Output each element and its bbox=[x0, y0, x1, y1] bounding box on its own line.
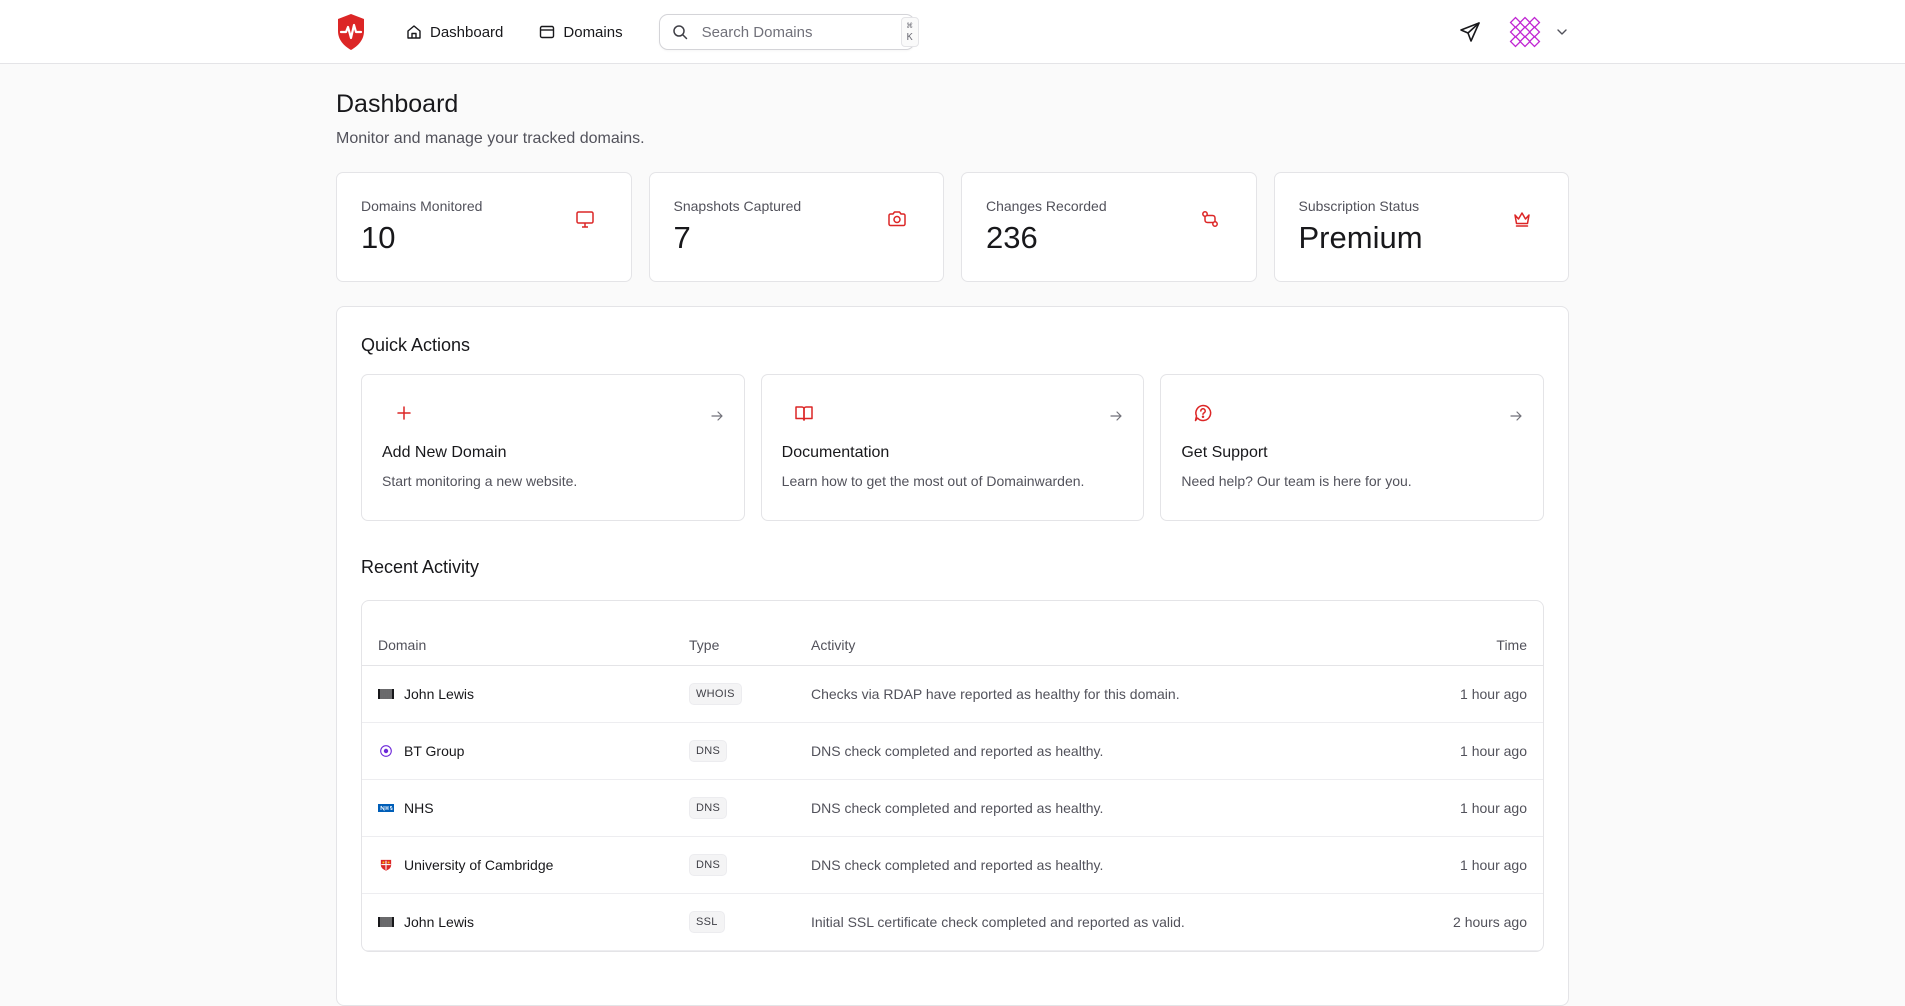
domain-name: John Lewis bbox=[404, 913, 475, 930]
monitor-icon bbox=[575, 211, 594, 228]
help-bubble-icon bbox=[1195, 404, 1212, 422]
column-header-domain: Domain bbox=[362, 601, 673, 666]
activity-time: 1 hour ago bbox=[1393, 722, 1543, 780]
domain-name: John Lewis bbox=[404, 685, 475, 702]
action-title: Add New Domain bbox=[382, 444, 507, 461]
john-lewis-favicon-icon bbox=[378, 688, 394, 699]
stat-card-snapshots-captured: Snapshots Captured 7 bbox=[648, 172, 944, 282]
activity-text: DNS check completed and reported as heal… bbox=[795, 722, 1393, 780]
stat-label: Domains Monitored bbox=[361, 198, 483, 214]
nav-dashboard[interactable]: Dashboard bbox=[406, 24, 503, 41]
send-icon[interactable] bbox=[1459, 21, 1481, 43]
table-row[interactable]: University of Cambridge DNS DNS check co… bbox=[362, 836, 1543, 894]
browser-window-icon bbox=[540, 25, 555, 39]
table-header-row: Domain Type Activity Time bbox=[362, 601, 1543, 666]
dashboard-panel: Quick Actions Add New Domain Start monit… bbox=[336, 306, 1569, 1006]
stat-value: Premium bbox=[1298, 220, 1423, 255]
stat-label: Changes Recorded bbox=[986, 198, 1107, 214]
stat-label: Subscription Status bbox=[1298, 198, 1420, 214]
quick-actions-list: Add New Domain Start monitoring a new we… bbox=[361, 374, 1545, 521]
activity-text: Checks via RDAP have reported as healthy… bbox=[795, 665, 1393, 723]
stat-card-subscription-status: Subscription Status Premium bbox=[1273, 172, 1569, 282]
nav-domains-label: Domains bbox=[563, 23, 623, 41]
page-title: Dashboard bbox=[336, 90, 459, 118]
type-badge: DNS bbox=[689, 796, 728, 819]
table-row[interactable]: John Lewis SSL Initial SSL certificate c… bbox=[362, 893, 1543, 951]
bt-group-favicon-icon bbox=[380, 744, 392, 757]
book-open-icon bbox=[794, 406, 813, 421]
stats-row: Domains Monitored 10 Snapshots Captured … bbox=[336, 172, 1569, 282]
chevron-down-icon[interactable] bbox=[1555, 25, 1569, 39]
git-compare-icon bbox=[1201, 211, 1218, 227]
action-title: Documentation bbox=[781, 444, 890, 461]
main-content: Dashboard Monitor and manage your tracke… bbox=[336, 64, 1569, 1006]
activity-text: Initial SSL certificate check completed … bbox=[795, 893, 1393, 951]
camera-icon bbox=[888, 211, 906, 227]
nhs-favicon-icon bbox=[378, 803, 394, 812]
crown-icon bbox=[1514, 212, 1530, 227]
recent-activity-title: Recent Activity bbox=[361, 557, 480, 577]
stat-value: 10 bbox=[361, 220, 396, 255]
type-badge: DNS bbox=[689, 739, 728, 762]
search-shortcut-badge: ⌘ K bbox=[900, 17, 919, 47]
avatar[interactable] bbox=[1509, 16, 1541, 48]
home-icon bbox=[407, 25, 421, 39]
column-header-activity: Activity bbox=[795, 601, 1393, 666]
table-row[interactable]: John Lewis WHOIS Checks via RDAP have re… bbox=[362, 665, 1543, 723]
stat-card-changes-recorded: Changes Recorded 236 bbox=[961, 172, 1257, 282]
column-header-time: Time bbox=[1393, 601, 1543, 666]
top-right-controls bbox=[1459, 16, 1569, 48]
get-support-card[interactable]: Get Support Need help? Our team is here … bbox=[1160, 374, 1545, 521]
stat-value: 7 bbox=[673, 220, 691, 255]
action-description: Need help? Our team is here for you. bbox=[1181, 473, 1412, 489]
quick-actions-title: Quick Actions bbox=[361, 335, 471, 355]
add-new-domain-card[interactable]: Add New Domain Start monitoring a new we… bbox=[361, 374, 745, 521]
action-title: Get Support bbox=[1181, 444, 1268, 461]
documentation-card[interactable]: Documentation Learn how to get the most … bbox=[760, 374, 1145, 521]
stat-card-domains-monitored: Domains Monitored 10 bbox=[336, 172, 632, 282]
activity-time: 1 hour ago bbox=[1393, 665, 1543, 723]
nav-domains[interactable]: Domains bbox=[539, 23, 623, 41]
activity-time: 2 hours ago bbox=[1393, 893, 1543, 951]
arrow-right-icon bbox=[1510, 411, 1522, 421]
domain-name: University of Cambridge bbox=[404, 856, 554, 873]
domainwarden-logo-icon[interactable] bbox=[336, 13, 366, 51]
stat-value: 236 bbox=[986, 220, 1038, 255]
type-badge: WHOIS bbox=[689, 682, 742, 705]
plus-icon bbox=[397, 406, 411, 420]
arrow-right-icon bbox=[711, 411, 723, 421]
table-row[interactable]: BT Group DNS DNS check completed and rep… bbox=[362, 722, 1543, 780]
action-description: Start monitoring a new website. bbox=[382, 473, 578, 489]
arrow-right-icon bbox=[1110, 411, 1122, 421]
stat-label: Snapshots Captured bbox=[673, 198, 802, 214]
activity-text: DNS check completed and reported as heal… bbox=[795, 836, 1393, 894]
cambridge-crest-favicon-icon bbox=[380, 859, 392, 871]
search-box[interactable]: ⌘ K bbox=[658, 14, 919, 50]
action-description: Learn how to get the most out of Domainw… bbox=[781, 473, 1085, 489]
search-input[interactable] bbox=[701, 23, 901, 41]
page-subtitle: Monitor and manage your tracked domains. bbox=[336, 130, 645, 147]
activity-time: 1 hour ago bbox=[1393, 779, 1543, 837]
activity-text: DNS check completed and reported as heal… bbox=[795, 779, 1393, 837]
type-badge: DNS bbox=[689, 853, 728, 876]
john-lewis-favicon-icon bbox=[378, 916, 394, 927]
table-row[interactable]: NHS DNS DNS check completed and reported… bbox=[362, 779, 1543, 837]
main-nav: Dashboard Domains bbox=[406, 24, 659, 41]
activity-time: 1 hour ago bbox=[1393, 836, 1543, 894]
nav-dashboard-label: Dashboard bbox=[430, 23, 504, 41]
top-navigation-inner: Dashboard Domains ⌘ K bbox=[336, 0, 1569, 64]
domain-name: BT Group bbox=[404, 742, 465, 759]
column-header-type: Type bbox=[673, 601, 795, 666]
type-badge: SSL bbox=[689, 910, 725, 933]
top-navigation-bar: Dashboard Domains ⌘ K bbox=[0, 0, 1905, 64]
domain-name: NHS bbox=[404, 799, 434, 816]
search-icon bbox=[672, 25, 687, 40]
recent-activity-table: Domain Type Activity Time John Lewis WHO… bbox=[361, 600, 1544, 952]
